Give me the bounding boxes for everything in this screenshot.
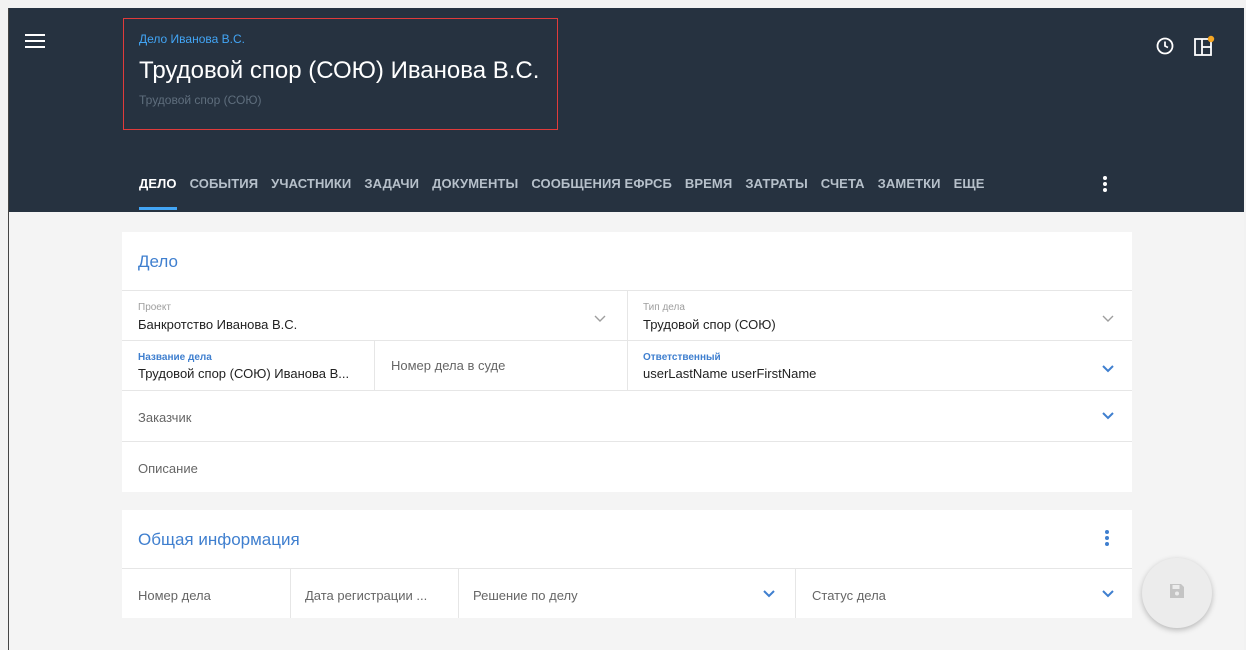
chevron-down-icon bbox=[1102, 590, 1114, 598]
description-field[interactable]: Описание bbox=[122, 441, 1132, 492]
tab-invoices[interactable]: СЧЕТА bbox=[821, 176, 865, 212]
registration-date-placeholder: Дата регистрации ... bbox=[305, 588, 428, 603]
more-vert-icon[interactable] bbox=[1102, 530, 1112, 550]
tab-tasks[interactable]: ЗАДАЧИ bbox=[364, 176, 419, 212]
case-name-label: Название дела bbox=[138, 352, 212, 363]
case-type-label: Тип дела bbox=[643, 302, 685, 313]
court-number-field[interactable]: Номер дела в суде bbox=[375, 340, 627, 390]
breadcrumb[interactable]: Дело Иванова В.С. bbox=[139, 32, 245, 46]
court-number-placeholder: Номер дела в суде bbox=[391, 358, 506, 373]
case-type-select[interactable]: Тип дела Трудовой спор (СОЮ) bbox=[627, 290, 1132, 340]
chevron-down-icon bbox=[1102, 412, 1114, 420]
chevron-down-icon bbox=[763, 590, 775, 598]
case-card-title: Дело bbox=[138, 252, 178, 271]
save-button[interactable] bbox=[1142, 558, 1212, 628]
tab-documents[interactable]: ДОКУМЕНТЫ bbox=[432, 176, 518, 212]
tab-events[interactable]: СОБЫТИЯ bbox=[190, 176, 259, 212]
case-card: Дело Проект Банкротство Иванова В.С. Тип… bbox=[122, 232, 1132, 492]
clock-icon[interactable] bbox=[1156, 37, 1174, 55]
save-icon bbox=[1170, 584, 1184, 598]
app-header: Дело Иванова В.С. Трудовой спор (СОЮ) Ив… bbox=[9, 8, 1244, 212]
tab-notes[interactable]: ЗАМЕТКИ bbox=[878, 176, 941, 212]
layout-icon[interactable] bbox=[1194, 35, 1216, 57]
description-placeholder: Описание bbox=[138, 461, 198, 476]
case-number-field[interactable]: Номер дела bbox=[122, 568, 290, 618]
responsible-value: userLastName userFirstName bbox=[643, 366, 817, 381]
tab-participants[interactable]: УЧАСТНИКИ bbox=[271, 176, 351, 212]
tabs-more-icon[interactable] bbox=[1100, 176, 1110, 196]
customer-placeholder: Заказчик bbox=[138, 410, 192, 425]
registration-date-field[interactable]: Дата регистрации ... bbox=[291, 568, 458, 618]
project-value: Банкротство Иванова В.С. bbox=[138, 317, 298, 332]
general-info-card: Общая информация Номер дела Дата регистр… bbox=[122, 510, 1132, 618]
tab-expenses[interactable]: ЗАТРАТЫ bbox=[745, 176, 807, 212]
page-subtitle: Трудовой спор (СОЮ) bbox=[139, 93, 262, 107]
responsible-select[interactable]: Ответственный userLastName userFirstName bbox=[627, 340, 1132, 390]
project-select[interactable]: Проект Банкротство Иванова В.С. bbox=[122, 290, 627, 340]
chevron-down-icon bbox=[1102, 365, 1114, 373]
app-frame: Дело Иванова В.С. Трудовой спор (СОЮ) Ив… bbox=[8, 8, 1244, 650]
case-number-placeholder: Номер дела bbox=[138, 588, 211, 603]
case-name-field[interactable]: Название дела Трудовой спор (СОЮ) Иванов… bbox=[122, 340, 374, 390]
general-info-title: Общая информация bbox=[138, 530, 300, 549]
tab-time[interactable]: ВРЕМЯ bbox=[685, 176, 732, 212]
decision-select[interactable]: Решение по делу bbox=[459, 568, 795, 618]
project-label: Проект bbox=[138, 302, 171, 313]
chevron-down-icon bbox=[594, 315, 606, 322]
tab-efrsb-messages[interactable]: СООБЩЕНИЯ ЕФРСБ bbox=[531, 176, 672, 212]
case-name-value: Трудовой спор (СОЮ) Иванова В... bbox=[138, 366, 350, 381]
responsible-label: Ответственный bbox=[643, 352, 721, 363]
case-type-value: Трудовой спор (СОЮ) bbox=[643, 317, 776, 332]
decision-placeholder: Решение по делу bbox=[473, 588, 578, 603]
menu-icon[interactable] bbox=[25, 34, 45, 50]
tab-delo[interactable]: ДЕЛО bbox=[139, 176, 177, 212]
status-placeholder: Статус дела bbox=[812, 588, 886, 603]
customer-select[interactable]: Заказчик bbox=[122, 390, 1132, 441]
status-select[interactable]: Статус дела bbox=[796, 568, 1132, 618]
page-title: Трудовой спор (СОЮ) Иванова В.С. bbox=[139, 57, 540, 84]
tab-bar: ДЕЛО СОБЫТИЯ УЧАСТНИКИ ЗАДАЧИ ДОКУМЕНТЫ … bbox=[139, 176, 998, 212]
chevron-down-icon bbox=[1102, 315, 1114, 322]
tab-more[interactable]: ЕЩЕ bbox=[954, 176, 985, 212]
